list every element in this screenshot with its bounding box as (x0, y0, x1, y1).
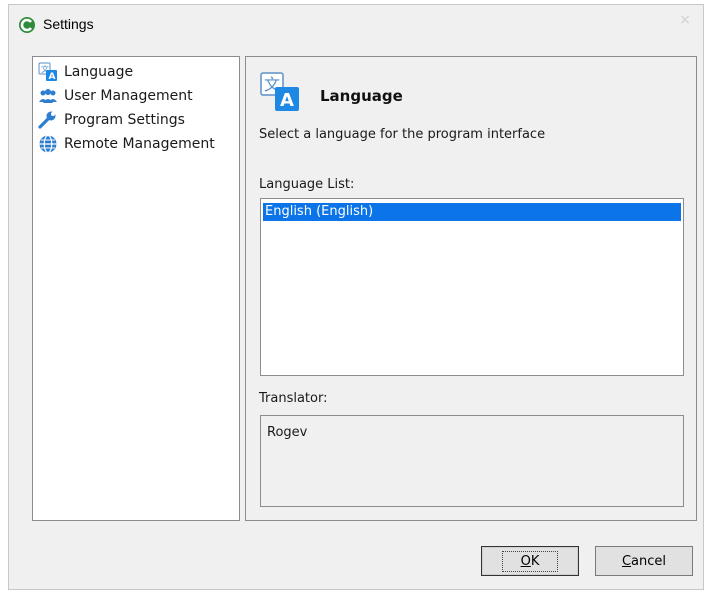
settings-nav: 文 A Language User Management Program Set… (32, 56, 240, 521)
translator-field: Rogev (260, 415, 684, 507)
svg-text:A: A (49, 72, 56, 82)
language-list-label: Language List: (259, 177, 355, 192)
translator-value: Rogev (267, 425, 308, 440)
language-list[interactable]: English (English) (260, 198, 684, 376)
nav-item-user-management[interactable]: User Management (38, 85, 193, 107)
settings-dialog: Settings × 文 A Language User Management (8, 4, 704, 590)
ok-button[interactable]: OK (481, 546, 579, 576)
ok-label-rest: K (530, 553, 540, 569)
nav-label-remote-management: Remote Management (64, 136, 215, 152)
ok-mnemonic: O (520, 553, 531, 569)
section-description: Select a language for the program interf… (259, 127, 546, 142)
nav-item-remote-management[interactable]: Remote Management (38, 133, 215, 155)
cancel-mnemonic: C (621, 553, 632, 569)
nav-label-program-settings: Program Settings (64, 112, 185, 128)
cancel-button[interactable]: Cancel (595, 546, 693, 576)
app-logo-icon (19, 17, 35, 33)
svg-text:A: A (280, 90, 294, 111)
translator-label: Translator: (259, 391, 328, 406)
nav-label-language: Language (64, 64, 134, 80)
close-icon[interactable]: × (679, 12, 691, 28)
wrench-icon (38, 111, 56, 129)
nav-item-program-settings[interactable]: Program Settings (38, 109, 185, 131)
ok-button-label: OK (501, 550, 559, 572)
nav-item-language[interactable]: 文 A Language (38, 61, 133, 83)
window-title: Settings (43, 16, 94, 32)
users-icon (39, 89, 57, 103)
title-bar[interactable]: Settings × (9, 5, 703, 45)
list-item[interactable]: English (English) (263, 203, 681, 221)
globe-icon (39, 134, 57, 154)
nav-label-user-management: User Management (64, 88, 193, 104)
cancel-label-rest: ancel (631, 553, 667, 569)
language-icon: 文 A (38, 62, 57, 82)
language-settings-panel: 文 A Language Select a language for the p… (245, 56, 697, 521)
cancel-button-label: Cancel (622, 554, 666, 569)
section-title: Language (320, 87, 403, 105)
language-icon: 文 A (260, 72, 299, 111)
